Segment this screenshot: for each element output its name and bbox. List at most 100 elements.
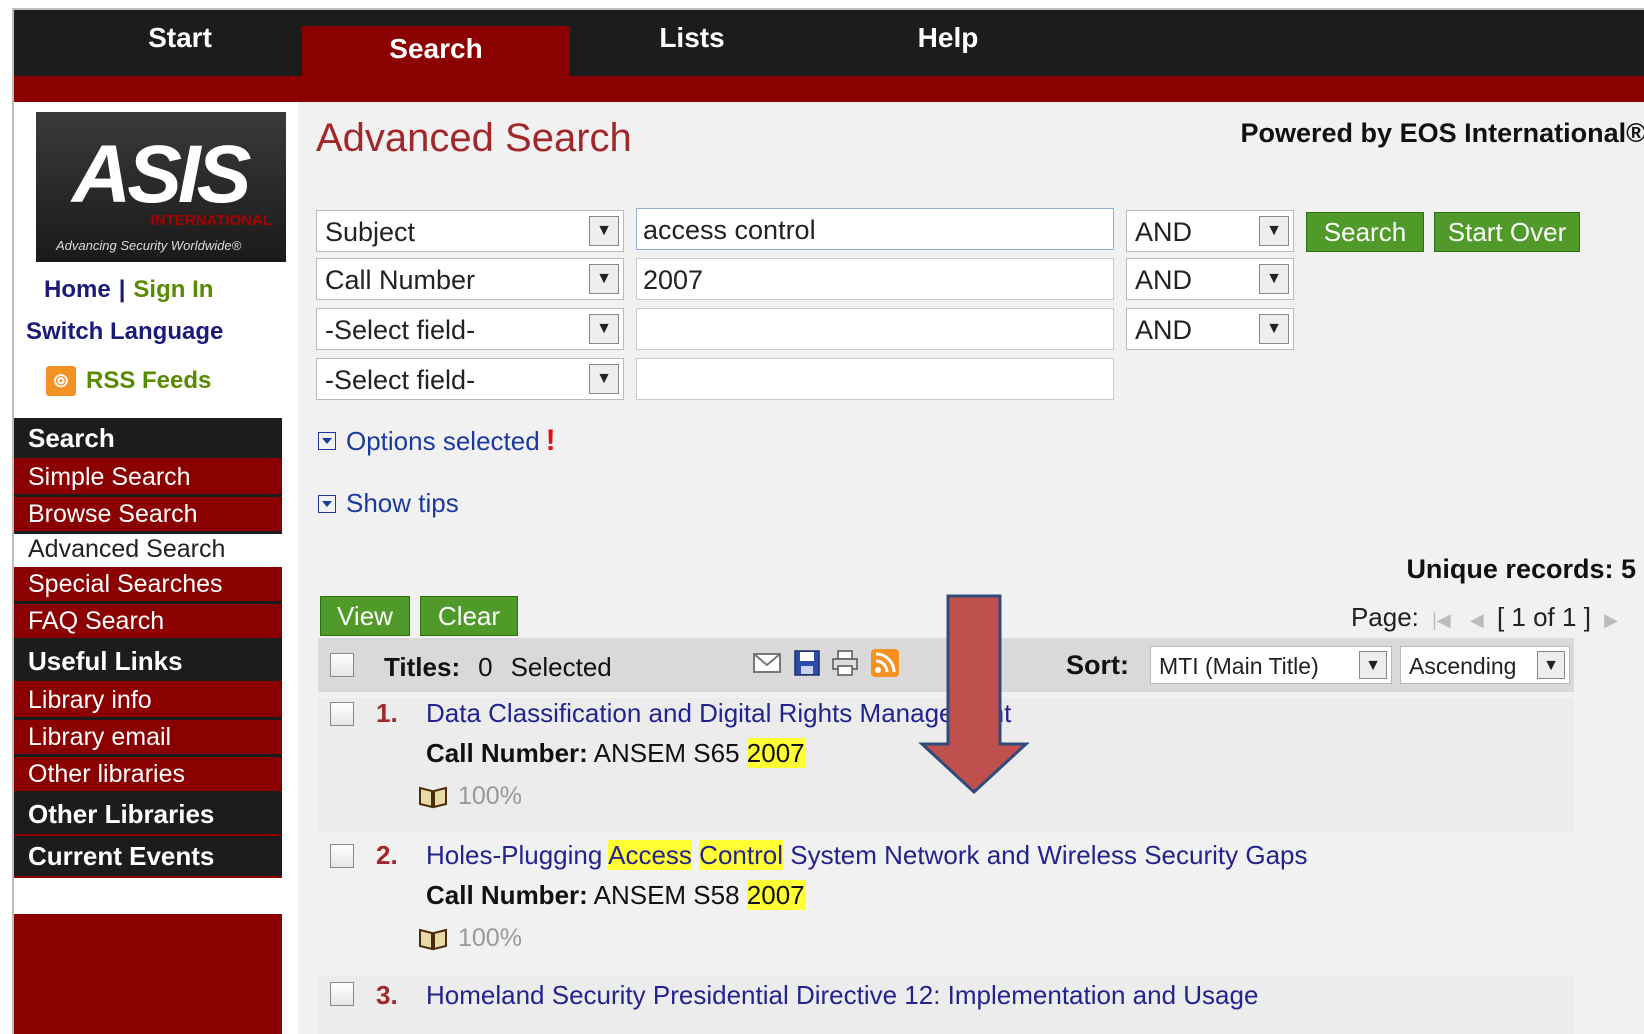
clear-button[interactable]: Clear: [420, 596, 518, 636]
nav-underbar: [14, 76, 1644, 102]
record-number: 1.: [376, 698, 398, 728]
availability-percent: 100%: [458, 924, 522, 952]
search-button[interactable]: Search: [1306, 212, 1424, 252]
sidebar-item-special-searches[interactable]: Special Searches: [14, 567, 282, 604]
operator-select-2[interactable]: AND ▼: [1126, 258, 1294, 300]
sort-field-value: MTI (Main Title): [1159, 653, 1319, 679]
dropdown-arrow-icon: ▼: [1259, 216, 1289, 246]
sidebar-item-library-info[interactable]: Library info: [14, 683, 282, 720]
options-selected-toggle[interactable]: Options selected !: [318, 424, 556, 458]
book-icon: [419, 786, 447, 808]
email-icon[interactable]: [752, 648, 782, 678]
title-highlight: Control: [699, 840, 783, 870]
sidebar-item-browse-search[interactable]: Browse Search: [14, 497, 282, 534]
sidebar-item-advanced-search[interactable]: Advanced Search: [14, 534, 282, 567]
tab-help[interactable]: Help: [814, 10, 1082, 76]
record-title-link[interactable]: Homeland Security Presidential Directive…: [426, 980, 1258, 1011]
sidebar-item-library-email[interactable]: Library email: [14, 720, 282, 757]
sort-order-select[interactable]: Ascending ▼: [1400, 646, 1570, 684]
select-all-checkbox[interactable]: [330, 653, 354, 677]
record-checkbox[interactable]: [330, 702, 354, 726]
link-separator: |: [118, 276, 126, 303]
menu-heading-current-events[interactable]: Current Events: [14, 836, 282, 878]
dropdown-arrow-icon: ▼: [1359, 651, 1387, 679]
menu-heading-other-libraries[interactable]: Other Libraries: [14, 794, 282, 836]
logo-tagline: Advancing Security Worldwide®: [56, 238, 242, 253]
record-checkbox[interactable]: [330, 982, 354, 1006]
field-select-1[interactable]: Subject ▼: [316, 210, 624, 252]
sign-in-link[interactable]: Sign In: [133, 276, 213, 303]
top-nav: Start Search Lists Help: [14, 10, 1644, 76]
record-number: 2.: [376, 840, 398, 870]
tab-search[interactable]: Search: [302, 26, 570, 76]
search-term-input-4[interactable]: [636, 358, 1114, 400]
availability-percent: 100%: [458, 782, 522, 810]
logo-international: INTERNATIONAL: [150, 212, 272, 229]
tab-start[interactable]: Start: [46, 10, 314, 76]
field-select-2[interactable]: Call Number ▼: [316, 258, 624, 300]
field-select-4[interactable]: -Select field- ▼: [316, 358, 624, 400]
title-part: Holes-Plugging: [426, 840, 609, 870]
options-alert: !: [545, 424, 556, 457]
switch-language-link[interactable]: Switch Language: [26, 318, 223, 346]
sidebar-item-simple-search[interactable]: Simple Search: [14, 460, 282, 497]
dropdown-arrow-icon: ▼: [1259, 314, 1289, 344]
main-content: Advanced Search Powered by EOS Internati…: [298, 102, 1644, 1034]
page-label: Page:: [1350, 602, 1419, 632]
rss-icon[interactable]: [870, 648, 900, 678]
title-part: System Network and Wireless Security Gap…: [783, 840, 1308, 870]
call-number-label: Call Number:: [426, 880, 588, 910]
view-button[interactable]: View: [320, 596, 410, 636]
sidebar-item-other-libraries[interactable]: Other libraries: [14, 757, 282, 794]
selected-count: 0: [478, 652, 493, 682]
operator-select-3[interactable]: AND ▼: [1126, 308, 1294, 350]
asis-logo[interactable]: ASIS INTERNATIONAL Advancing Security Wo…: [36, 112, 286, 262]
first-page-icon[interactable]: |◀: [1432, 610, 1451, 630]
selected-label: Selected: [510, 652, 612, 682]
operator-select-1[interactable]: AND ▼: [1126, 210, 1294, 252]
dropdown-arrow-icon: ▼: [589, 264, 619, 294]
record-call-number: Call Number: ANSEM S65 2007: [426, 738, 805, 769]
annotation-arrow: [918, 594, 1030, 794]
page-title: Advanced Search: [316, 116, 632, 160]
print-icon[interactable]: [830, 648, 860, 678]
availability: 100%: [418, 782, 522, 811]
call-number-highlight: 2007: [746, 738, 805, 768]
call-number-value: ANSEM S58: [593, 880, 740, 910]
titles-label: Titles:: [384, 652, 461, 682]
search-term-input-3[interactable]: [636, 308, 1114, 350]
home-link[interactable]: Home: [44, 276, 111, 303]
operator-select-1-value: AND: [1135, 217, 1193, 247]
show-tips-toggle[interactable]: Show tips: [318, 488, 459, 519]
record-number: 3.: [376, 980, 398, 1010]
dropdown-arrow-icon: ▼: [589, 216, 619, 246]
dropdown-arrow-icon: ▼: [589, 364, 619, 394]
next-page-icon[interactable]: ▶: [1604, 610, 1618, 630]
page-indicator: [ 1 of 1 ]: [1496, 602, 1591, 632]
call-number-value: ANSEM S65: [593, 738, 740, 768]
rss-feeds-label: RSS Feeds: [86, 367, 212, 394]
record-checkbox[interactable]: [330, 844, 354, 868]
unique-records-count: Unique records: 5: [1406, 554, 1636, 584]
account-links: Home | Sign In: [44, 276, 213, 304]
operator-select-3-value: AND: [1135, 315, 1193, 345]
field-select-1-value: Subject: [325, 217, 416, 247]
sidebar: ASIS INTERNATIONAL Advancing Security Wo…: [14, 102, 298, 1034]
prev-page-icon[interactable]: ◀: [1470, 610, 1484, 630]
search-term-input-2[interactable]: 2007: [636, 258, 1114, 300]
tab-lists[interactable]: Lists: [558, 10, 826, 76]
field-select-3[interactable]: -Select field- ▼: [316, 308, 624, 350]
availability: 100%: [418, 924, 522, 953]
save-icon[interactable]: [792, 648, 822, 678]
options-selected-label: Options selected: [346, 425, 540, 456]
record-title-link[interactable]: Holes-Plugging Access Control System Net…: [426, 840, 1308, 871]
sidebar-fill: [14, 914, 282, 1034]
rss-feeds-link[interactable]: ⦾ RSS Feeds: [46, 366, 211, 396]
menu-heading-search: Search: [14, 418, 282, 460]
powered-by: Powered by EOS International®: [1240, 118, 1644, 148]
search-term-input-1[interactable]: access control: [636, 208, 1114, 250]
call-number-highlight: 2007: [746, 880, 805, 910]
sort-field-select[interactable]: MTI (Main Title) ▼: [1150, 646, 1392, 684]
start-over-button[interactable]: Start Over: [1434, 212, 1580, 252]
sidebar-item-faq-search[interactable]: FAQ Search: [14, 604, 282, 641]
